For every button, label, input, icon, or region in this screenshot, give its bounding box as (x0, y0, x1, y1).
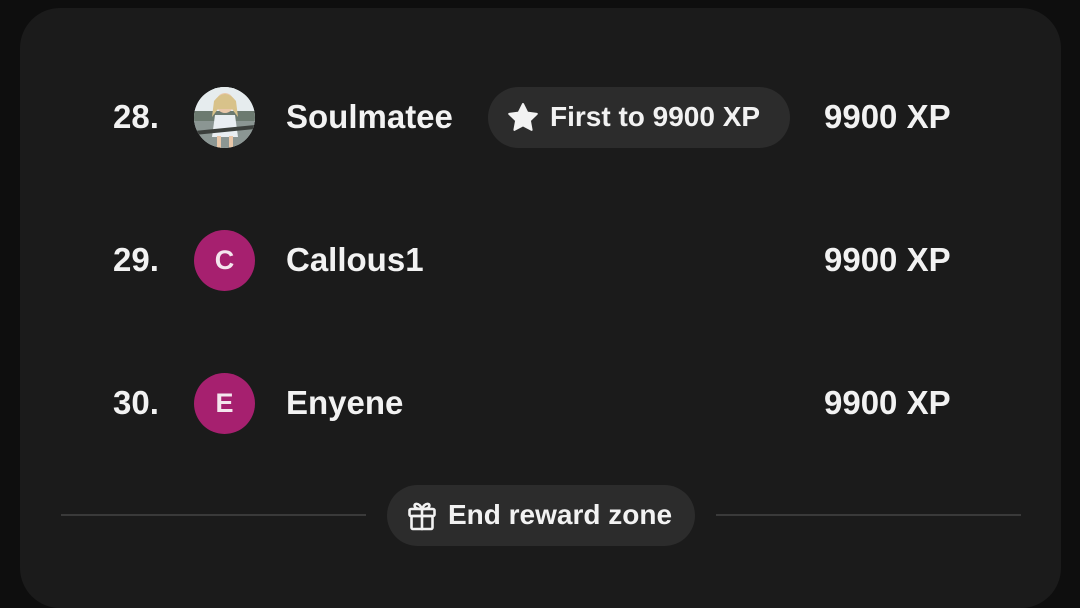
leaderboard-row[interactable]: 28. Soulmatee First to 9900 XP 9900 XP (0, 82, 1080, 152)
avatar-photo (194, 87, 255, 148)
star-icon (508, 103, 538, 131)
leaderboard-row[interactable]: 29. C Callous1 9900 XP (0, 225, 1080, 295)
reward-zone-marker: End reward zone (387, 485, 695, 546)
divider-right (716, 514, 1021, 516)
xp-value: 9900 XP (824, 384, 951, 421)
xp-value: 9900 XP (824, 241, 951, 278)
reward-zone-label: End reward zone (448, 499, 673, 530)
player-name[interactable]: Callous1 (286, 225, 424, 295)
avatar[interactable] (194, 87, 255, 148)
rank-number: 29. (113, 241, 159, 278)
leaderboard-row[interactable]: 30. E Enyene 9900 XP (0, 368, 1080, 438)
gift-icon (408, 502, 436, 531)
xp-value: 9900 XP (824, 98, 951, 135)
divider-left (61, 514, 366, 516)
rank-number: 28. (113, 98, 159, 135)
avatar[interactable]: E (194, 373, 255, 434)
avatar[interactable]: C (194, 230, 255, 291)
rank-number: 30. (113, 384, 159, 421)
avatar-initial: E (215, 388, 234, 418)
player-name[interactable]: Enyene (286, 368, 403, 438)
avatar-initial: C (214, 245, 235, 275)
player-name[interactable]: Soulmatee (286, 82, 453, 152)
badge-label: First to 9900 XP (550, 101, 761, 132)
achievement-badge: First to 9900 XP (488, 87, 790, 148)
